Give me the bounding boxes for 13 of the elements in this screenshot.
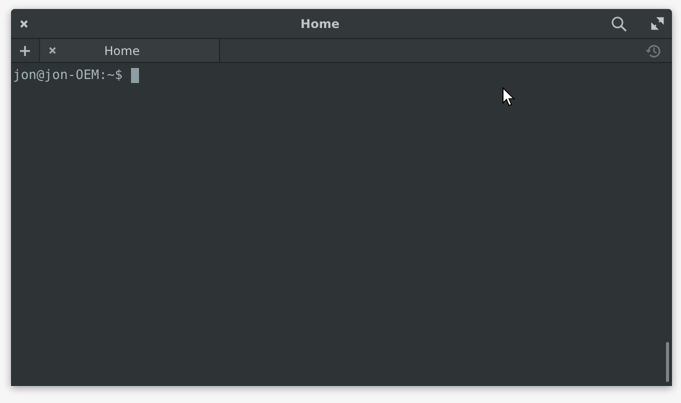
maximize-icon[interactable]	[651, 17, 664, 30]
window-title: Home	[300, 16, 340, 30]
scrollbar[interactable]	[666, 342, 669, 382]
history-icon[interactable]	[645, 42, 661, 58]
search-icon[interactable]	[611, 16, 627, 32]
plus-icon[interactable]	[19, 44, 31, 56]
terminal-area[interactable]: jon@jon-OEM:~$	[11, 63, 672, 386]
close-icon[interactable]	[19, 18, 29, 28]
close-icon[interactable]	[48, 46, 57, 55]
shell-prompt: jon@jon-OEM:~$	[13, 68, 123, 82]
text-cursor	[130, 68, 139, 82]
pointer-icon	[502, 87, 515, 107]
tab[interactable]: Home	[40, 39, 220, 62]
